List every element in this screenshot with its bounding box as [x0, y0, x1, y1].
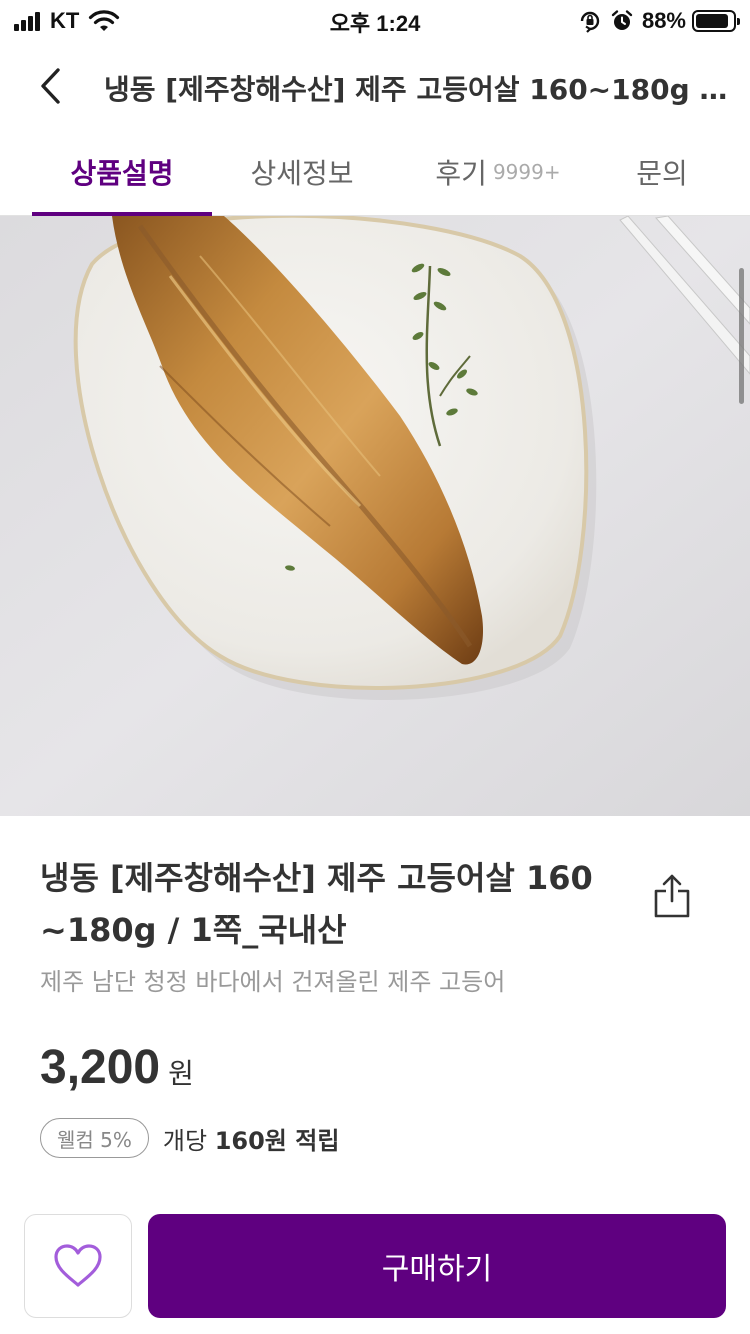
tab-details[interactable]: 상세정보 — [212, 128, 392, 216]
top-navigation-bar: 냉동 [제주창해수산] 제주 고등어살 160~180g / 1쪽_국내산 — [0, 44, 750, 128]
point-row: 웰컴 5% 개당 160원 적립 — [40, 1118, 339, 1158]
heart-icon — [54, 1244, 102, 1287]
tab-description[interactable]: 상품설명 — [32, 128, 212, 216]
product-photo — [0, 216, 750, 816]
tab-label: 문의 — [636, 157, 688, 190]
back-button[interactable] — [22, 58, 78, 114]
scroll-indicator[interactable] — [739, 268, 744, 404]
price-value: 3,200 — [40, 1041, 161, 1094]
point-amount: 160원 적립 — [214, 1126, 340, 1155]
tab-label: 상품설명 — [70, 157, 174, 190]
point-info: 개당 160원 적립 — [163, 1121, 340, 1156]
welcome-badge: 웰컴 5% — [40, 1118, 149, 1158]
price-unit: 원 — [168, 1057, 194, 1090]
product-name-line-1: 냉동 [제주창해수산] 제주 고등어살 160 — [40, 859, 593, 897]
product-description: 제주 남단 청정 바다에서 건져올린 제주 고등어 — [40, 968, 506, 996]
wishlist-button[interactable] — [24, 1214, 132, 1318]
buy-button[interactable]: 구매하기 — [148, 1214, 726, 1318]
share-button[interactable] — [644, 866, 700, 926]
battery-level-fill — [696, 14, 728, 28]
battery-icon — [692, 10, 740, 32]
tab-label: 후기 — [435, 157, 487, 190]
status-bar-right: 88% — [578, 8, 740, 34]
product-name: 냉동 [제주창해수산] 제주 고등어살 160 ~180g / 1쪽_국내산 — [40, 852, 620, 956]
buy-button-label: 구매하기 — [381, 1252, 493, 1287]
point-prefix: 개당 — [162, 1126, 208, 1155]
grilled-mackerel-illustration — [0, 216, 750, 816]
product-name-line-2: ~180g / 1쪽_국내산 — [40, 911, 347, 949]
battery-cap — [737, 18, 740, 25]
product-tabs: 상품설명 상세정보 후기 9999+ 문의 — [0, 128, 750, 216]
status-bar: KT 오후 1:24 88% — [0, 0, 750, 40]
tab-label: 상세정보 — [250, 157, 354, 190]
orientation-lock-icon — [580, 11, 600, 33]
chevron-left-icon — [41, 68, 60, 104]
tab-inquiry[interactable]: 문의 — [604, 128, 720, 216]
product-detail-screen: KT 오후 1:24 88% 냉동 [제주창해수산] 제주 고등어살 160~1… — [0, 0, 750, 1334]
battery-percent: 88% — [641, 8, 686, 33]
page-title: 냉동 [제주창해수산] 제주 고등어살 160~180g / 1쪽_국내산 — [104, 73, 732, 106]
tab-reviews[interactable]: 후기 9999+ — [392, 128, 604, 216]
price-row: 3,200 원 — [40, 1040, 194, 1095]
share-icon — [654, 874, 690, 918]
review-count: 9999+ — [492, 160, 561, 184]
alarm-icon — [611, 10, 633, 30]
